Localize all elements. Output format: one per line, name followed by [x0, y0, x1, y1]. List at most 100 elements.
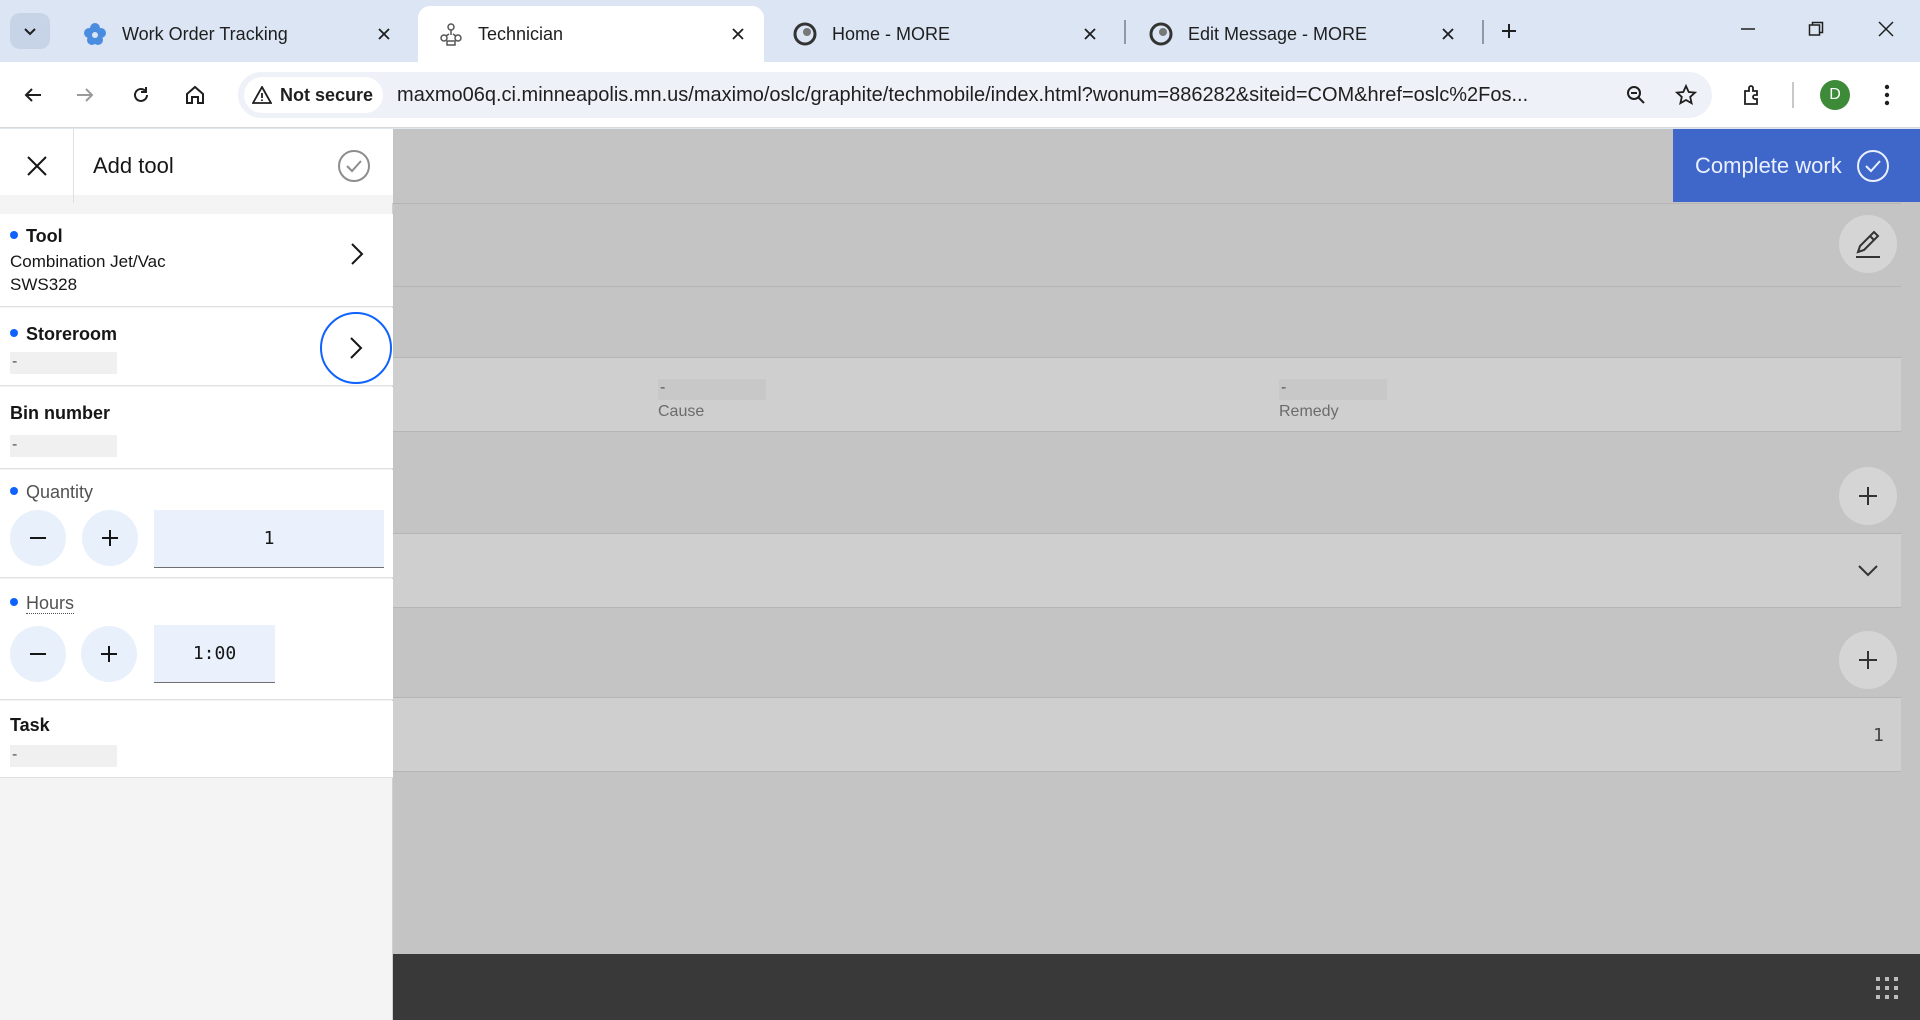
tab-divider [1124, 20, 1126, 44]
complete-work-label: Complete work [1695, 152, 1842, 178]
required-indicator [10, 231, 18, 240]
browser-menu-button[interactable] [1866, 74, 1908, 116]
close-window-button[interactable] [1852, 6, 1920, 52]
minimize-icon [1741, 28, 1755, 30]
count-value: 1 [1873, 725, 1884, 746]
close-tab-icon[interactable] [1076, 20, 1104, 48]
plus-icon [1502, 24, 1516, 38]
tool-label: Tool [10, 226, 63, 247]
site-security-chip[interactable]: Not secure [244, 77, 384, 113]
app-grid-icon[interactable] [1876, 977, 1898, 999]
chevron-down-icon [1858, 565, 1878, 577]
bottom-bar [393, 954, 1920, 1020]
hours-label: Hours [10, 593, 75, 614]
address-bar[interactable]: Not secure maxmo06q.ci.minneapolis.mn.us… [238, 72, 1712, 118]
required-indicator [10, 598, 18, 607]
home-button[interactable] [174, 74, 216, 116]
tool-field[interactable]: Tool Combination Jet/Vac SWS328 [0, 214, 393, 307]
warning-icon [252, 86, 272, 104]
tab-work-order-tracking[interactable]: Work Order Tracking [62, 6, 410, 62]
hours-increment-button[interactable] [81, 626, 137, 682]
hours-decrement-button[interactable] [10, 626, 66, 682]
storeroom-lookup-button[interactable] [320, 312, 392, 384]
panel-header: Add tool [0, 129, 393, 203]
tools-list-row [393, 698, 1901, 771]
task-label: Task [10, 715, 50, 735]
extensions-button[interactable] [1732, 74, 1774, 116]
storeroom-value: - [10, 352, 117, 374]
quantity-label: Quantity [10, 482, 93, 503]
new-tab-button[interactable] [1492, 14, 1526, 48]
restore-button[interactable] [1782, 6, 1850, 52]
divider [393, 357, 1901, 358]
bookmark-star-icon[interactable] [1669, 78, 1703, 112]
storeroom-field[interactable]: Storeroom - [0, 308, 393, 386]
toolbar-divider [1792, 82, 1794, 108]
zoom-icon[interactable] [1619, 78, 1653, 112]
quantity-increment-button[interactable] [82, 510, 138, 566]
profile-avatar[interactable]: D [1820, 80, 1850, 110]
puzzle-icon [1744, 85, 1758, 105]
close-tab-icon[interactable] [724, 20, 752, 48]
divider [393, 286, 1901, 287]
remedy-label: Remedy [1279, 403, 1339, 420]
plus-icon [1859, 651, 1877, 669]
tab-technician[interactable]: Technician [418, 6, 764, 62]
forward-button[interactable] [64, 74, 106, 116]
home-icon [186, 85, 204, 104]
quantity-input[interactable]: 1 [154, 510, 384, 568]
minus-icon [30, 653, 46, 655]
expand-button[interactable] [1839, 541, 1897, 599]
check-circle-icon [1856, 149, 1889, 182]
divider [393, 431, 1901, 432]
close-tab-icon[interactable] [1434, 20, 1462, 48]
tab-edit-message-more[interactable]: Edit Message - MORE [1128, 6, 1474, 62]
arrow-right-icon [77, 88, 94, 102]
tab-title: Work Order Tracking [122, 23, 288, 44]
save-check-icon[interactable] [337, 149, 371, 183]
back-button[interactable] [12, 74, 54, 116]
hours-field: Hours 1:00 [0, 579, 393, 700]
close-icon [1878, 21, 1894, 37]
tool-lookup-button[interactable] [337, 234, 377, 274]
plus-icon [1859, 487, 1877, 505]
url-text[interactable]: maxmo06q.ci.minneapolis.mn.us/maximo/osl… [397, 84, 1607, 107]
add-button[interactable] [1839, 467, 1897, 525]
failure-section [393, 358, 1901, 431]
work-order-page: Complete work - Cause - Remedy 1 [393, 129, 1920, 1020]
divider [393, 607, 1901, 608]
plus-icon [102, 530, 118, 546]
hours-input[interactable]: 1:00 [154, 625, 275, 683]
collapsible-section [393, 534, 1901, 607]
restore-icon [1808, 21, 1824, 36]
edit-button[interactable] [1839, 215, 1897, 273]
plus-icon [101, 646, 117, 662]
flower-icon [82, 21, 108, 47]
more-logo-icon [792, 21, 818, 47]
quantity-decrement-button[interactable] [10, 510, 66, 566]
kebab-menu-icon [1884, 84, 1890, 106]
tab-title: Edit Message - MORE [1188, 23, 1368, 44]
add-tool-panel: Add tool Tool Combination Jet/Vac SWS328… [0, 129, 393, 1020]
divider [393, 771, 1901, 772]
bin-number-value: - [10, 435, 117, 457]
panel-title: Add tool [93, 153, 174, 178]
divider [393, 203, 1901, 204]
tab-search-button[interactable] [10, 13, 50, 49]
quantity-field: Quantity 1 [0, 470, 393, 578]
chevron-right-icon [351, 243, 364, 265]
chevron-down-icon [24, 28, 36, 36]
tab-title: Technician [478, 23, 564, 44]
minimize-button[interactable] [1714, 6, 1782, 52]
required-indicator [10, 329, 18, 338]
chevron-right-icon [350, 337, 363, 359]
close-tab-icon[interactable] [370, 20, 398, 48]
reload-button[interactable] [120, 74, 162, 116]
cause-label: Cause [658, 403, 705, 420]
add-button[interactable] [1839, 631, 1897, 689]
arrow-left-icon [24, 88, 41, 102]
close-panel-button[interactable] [0, 129, 74, 203]
complete-work-button[interactable]: Complete work [1673, 129, 1920, 202]
tab-home-more[interactable]: Home - MORE [772, 6, 1116, 62]
cause-value: - [658, 379, 766, 400]
